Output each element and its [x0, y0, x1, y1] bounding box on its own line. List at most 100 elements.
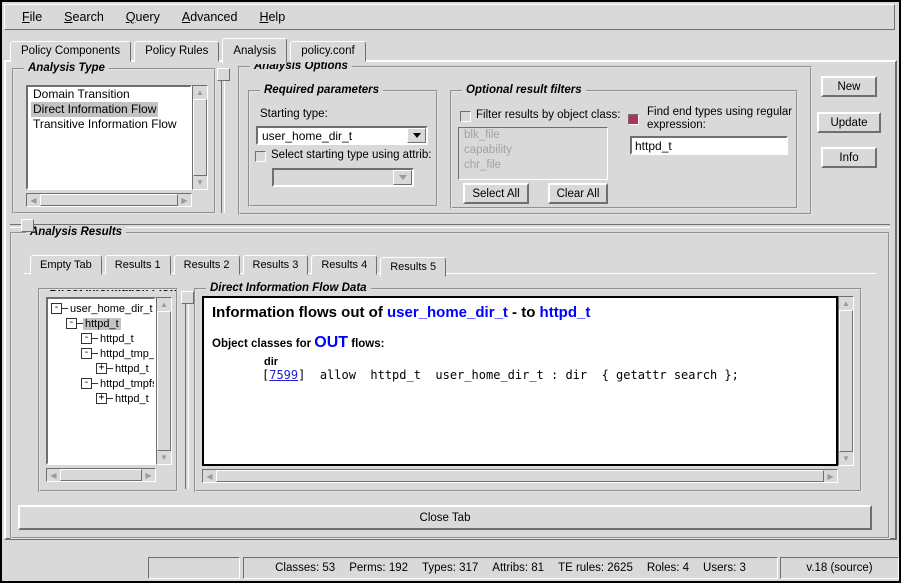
- results-tab[interactable]: Results 4: [311, 255, 377, 275]
- status-stat: Users: 3: [703, 562, 746, 574]
- status-stat: Perms: 192: [349, 562, 408, 574]
- info-button[interactable]: Info: [821, 147, 877, 168]
- vertical-sash-handle[interactable]: [217, 68, 230, 81]
- regex-checkbox-label: Find end types using regular expression:: [647, 106, 792, 132]
- flow-tree-title: Direct Information Flow Tree: [46, 288, 178, 294]
- required-parameters-title: Required parameters: [260, 84, 383, 96]
- main-tab[interactable]: policy.conf: [290, 41, 365, 62]
- results-sash-handle[interactable]: [181, 291, 194, 304]
- regex-checkbox[interactable]: [628, 114, 639, 125]
- status-stat: Types: 317: [422, 562, 478, 574]
- tree-node[interactable]: - httpd_t: [81, 331, 154, 346]
- clear-all-button[interactable]: Clear All: [548, 183, 608, 204]
- vertical-sash-line: [221, 81, 225, 213]
- results-sash-line: [185, 303, 189, 489]
- tree-hscrollbar[interactable]: ◀▶: [46, 468, 156, 482]
- analysis-type-hscrollbar[interactable]: ◀▶: [26, 193, 192, 207]
- starting-type-value: user_home_dir_t: [262, 129, 352, 143]
- object-class-item: chr_file: [459, 158, 607, 173]
- tree-node[interactable]: + httpd_t: [96, 361, 154, 376]
- main-tab[interactable]: Policy Components: [10, 41, 131, 62]
- scroll-down-icon[interactable]: ▼: [193, 176, 207, 189]
- results-tab-bar: Empty TabResults 1Results 2Results 3Resu…: [30, 251, 449, 275]
- filter-by-class-label: Filter results by object class:: [476, 109, 620, 121]
- scroll-right-icon[interactable]: ▶: [824, 470, 837, 482]
- menu-bar: FileSearchQueryAdvancedHelp: [4, 4, 895, 30]
- attrib-checkbox[interactable]: [255, 151, 266, 162]
- scroll-left-icon[interactable]: ◀: [47, 469, 60, 481]
- analysis-type-item[interactable]: Domain Transition: [28, 87, 190, 102]
- analysis-results-title: Analysis Results: [26, 226, 126, 238]
- menu-item[interactable]: Advanced: [171, 7, 249, 27]
- regex-input[interactable]: httpd_t: [630, 136, 788, 155]
- expander-icon[interactable]: -: [81, 333, 92, 344]
- tree-node[interactable]: - httpd_t: [66, 316, 154, 331]
- scroll-left-icon[interactable]: ◀: [203, 470, 216, 482]
- flow-data-title: Direct Information Flow Data: [206, 282, 371, 294]
- menu-item[interactable]: File: [11, 7, 53, 27]
- main-tab-bar: Policy ComponentsPolicy RulesAnalysispol…: [10, 36, 369, 62]
- expander-icon[interactable]: +: [96, 363, 107, 374]
- results-tab[interactable]: Results 3: [243, 255, 309, 275]
- status-empty-field: [148, 557, 240, 579]
- status-stats-field: Classes: 53 Perms: 192 Types: 317 Attribs: …: [243, 557, 778, 579]
- combobox-arrow-button[interactable]: [407, 128, 426, 143]
- combobox-arrow-button-disabled: [393, 170, 412, 185]
- scroll-up-icon[interactable]: ▲: [839, 297, 853, 310]
- menu-item[interactable]: Help: [248, 7, 296, 27]
- scroll-left-icon[interactable]: ◀: [27, 194, 40, 206]
- object-class-item: capability: [459, 143, 607, 158]
- main-tab[interactable]: Policy Rules: [134, 41, 219, 62]
- status-version-field: v.18 (source): [780, 557, 899, 579]
- menu-item[interactable]: Search: [53, 7, 115, 27]
- expander-icon[interactable]: -: [81, 348, 92, 359]
- scroll-right-icon[interactable]: ▶: [142, 469, 155, 481]
- new-button[interactable]: New: [821, 76, 877, 97]
- rule-number-link[interactable]: 7599: [269, 368, 298, 382]
- status-stat: Roles: 4: [647, 562, 689, 574]
- expander-icon[interactable]: -: [66, 318, 77, 329]
- attrib-combobox-disabled: [272, 168, 414, 187]
- main-tab[interactable]: Analysis: [222, 38, 287, 64]
- update-button[interactable]: Update: [817, 112, 881, 133]
- chevron-down-icon: [399, 175, 407, 180]
- analysis-type-vscrollbar[interactable]: ▲▼: [192, 85, 208, 190]
- results-tab[interactable]: Results 5: [380, 257, 446, 277]
- starting-type-combobox[interactable]: user_home_dir_t: [256, 126, 428, 145]
- scroll-down-icon[interactable]: ▼: [157, 451, 171, 464]
- analysis-type-item[interactable]: Transitive Information Flow: [28, 117, 190, 132]
- attrib-checkbox-label: Select starting type using attrib:: [271, 149, 431, 161]
- rule-line: [7599] allow httpd_t user_home_dir_t : d…: [262, 368, 828, 382]
- horizontal-sash-handle[interactable]: [21, 219, 34, 232]
- scroll-down-icon[interactable]: ▼: [839, 452, 853, 465]
- status-stat: Classes: 53: [275, 562, 335, 574]
- horizontal-sash-line: [10, 224, 890, 228]
- scroll-up-icon[interactable]: ▲: [157, 298, 171, 311]
- data-hscrollbar[interactable]: ◀▶: [202, 469, 838, 483]
- status-stat: Attribs: 81: [492, 562, 544, 574]
- filter-by-class-checkbox[interactable]: [460, 111, 471, 122]
- data-vscrollbar[interactable]: ▲▼: [838, 296, 854, 466]
- expander-icon[interactable]: +: [96, 393, 107, 404]
- tree-node[interactable]: - user_home_dir_t: [51, 301, 154, 316]
- expander-icon[interactable]: -: [51, 303, 62, 314]
- flow-data-text[interactable]: Information flows out of user_home_dir_t…: [202, 296, 838, 466]
- menu-item[interactable]: Query: [115, 7, 171, 27]
- tree-node[interactable]: - httpd_tmpfs_t: [81, 376, 154, 391]
- tree-node[interactable]: - httpd_tmp_t: [81, 346, 154, 361]
- analysis-type-listbox[interactable]: Domain TransitionDirect Information Flow…: [26, 85, 192, 190]
- tree-node[interactable]: + httpd_t: [96, 391, 154, 406]
- select-all-button[interactable]: Select All: [463, 183, 529, 204]
- analysis-type-item[interactable]: Direct Information Flow: [28, 102, 190, 117]
- flow-tree[interactable]: - user_home_dir_t - httpd_t - httpd_t - …: [46, 297, 156, 465]
- scroll-right-icon[interactable]: ▶: [178, 194, 191, 206]
- scroll-up-icon[interactable]: ▲: [193, 86, 207, 99]
- object-class-item: blk_file: [459, 128, 607, 143]
- tree-vscrollbar[interactable]: ▲▼: [156, 297, 172, 465]
- close-tab-button[interactable]: Close Tab: [18, 505, 872, 530]
- results-tab[interactable]: Empty Tab: [30, 255, 102, 275]
- results-tab[interactable]: Results 1: [105, 255, 171, 275]
- optional-filters-title: Optional result filters: [462, 84, 586, 96]
- expander-icon[interactable]: -: [81, 378, 92, 389]
- results-tab[interactable]: Results 2: [174, 255, 240, 275]
